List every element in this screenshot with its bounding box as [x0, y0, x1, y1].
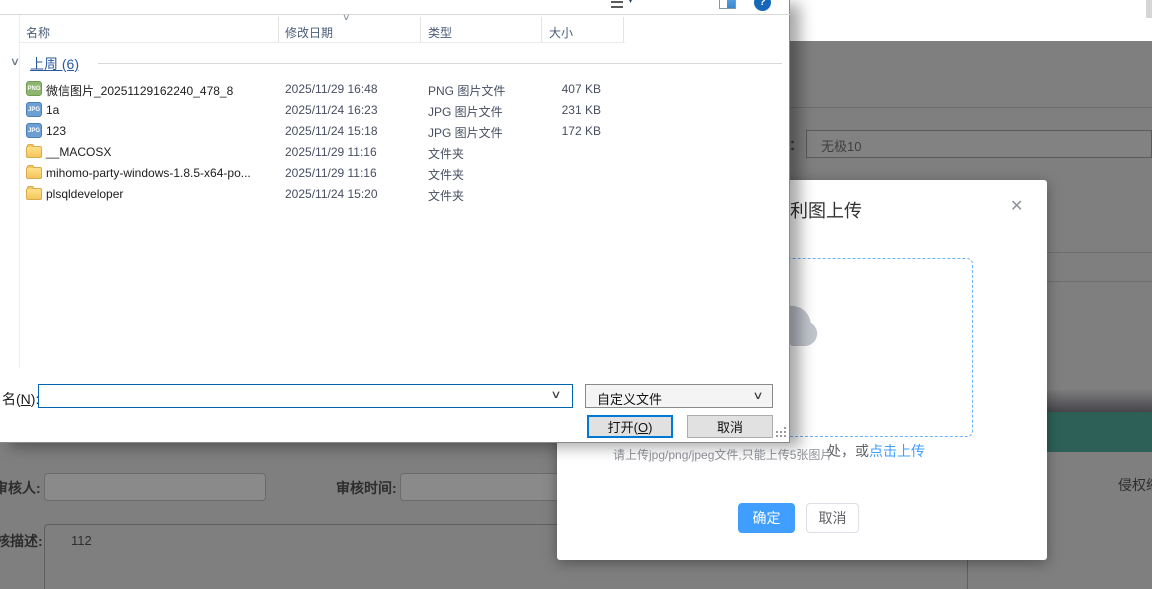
column-separator[interactable] [623, 17, 624, 42]
file-type: 文件夹 [428, 187, 464, 204]
screen: ： 无极10 侵权缩 审核人: 审核时间: 核描述: 112 利图上传 ✕ 处，… [0, 0, 1152, 589]
filename-label-pre: 名( [2, 391, 21, 407]
file-size: 231 KB [541, 103, 612, 117]
column-separator[interactable] [278, 17, 279, 42]
view-options-icon[interactable] [608, 0, 623, 10]
open-button-mnemonic: O [638, 420, 648, 435]
column-separator[interactable] [541, 17, 542, 42]
group-collapse-icon[interactable]: ∨ [10, 55, 20, 68]
close-icon[interactable]: ✕ [1010, 196, 1023, 216]
page-scrollbar[interactable] [1146, 0, 1152, 18]
header-underline [19, 42, 625, 43]
column-separator[interactable] [420, 17, 421, 42]
file-type: JPG 图片文件 [428, 103, 503, 120]
description-label-fragment: 核描述: [0, 531, 43, 551]
file-date: 2025/11/24 15:18 [285, 124, 378, 138]
page-field-value: 无极10 [821, 136, 861, 155]
file-name: 微信图片_20251129162240_478_8 [46, 82, 233, 99]
preview-pane-icon[interactable] [719, 0, 736, 9]
audit-time-input[interactable] [400, 473, 580, 501]
page-right-text-fragment: 侵权缩 [1118, 475, 1152, 495]
confirm-button[interactable]: 确定 [738, 503, 795, 533]
open-button-pre: 打开( [608, 420, 638, 435]
file-date: 2025/11/29 11:16 [285, 145, 377, 159]
dropzone-text: 处，或点击上传 [827, 441, 925, 461]
filename-label: 名(N): [2, 389, 39, 409]
file-name: mihomo-party-windows-1.8.5-x64-po... [46, 166, 251, 180]
file-row[interactable]: JPG 123 2025/11/24 15:18 JPG 图片文件 172 KB [19, 121, 623, 142]
toolbar-divider [0, 14, 790, 15]
group-header-last-week[interactable]: 上周 (6) [30, 54, 79, 74]
column-header-date[interactable]: 修改日期 [285, 24, 333, 41]
file-type: 文件夹 [428, 145, 464, 162]
png-file-icon: PNG [26, 81, 42, 96]
file-type: PNG 图片文件 [428, 82, 505, 99]
file-type: 文件夹 [428, 166, 464, 183]
audit-time-label: 审核时间: [336, 478, 397, 498]
folder-icon [26, 146, 42, 158]
file-row[interactable]: PNG 微信图片_20251129162240_478_8 2025/11/29… [19, 79, 623, 100]
file-row[interactable]: mihomo-party-windows-1.8.5-x64-po... 202… [19, 163, 623, 184]
file-row[interactable]: plsqldeveloper 2025/11/24 15:20 文件夹 [19, 184, 623, 205]
file-size: 172 KB [541, 124, 612, 138]
column-header-name[interactable]: 名称 [26, 24, 50, 41]
help-icon[interactable]: ? [754, 0, 771, 11]
page-section-shadow [1047, 390, 1152, 412]
column-header-size[interactable]: 大小 [549, 24, 573, 41]
dialog-cancel-button[interactable]: 取消 [687, 415, 773, 438]
column-header-type[interactable]: 类型 [428, 24, 452, 41]
page-header-band [790, 0, 1152, 41]
file-name: 123 [46, 124, 66, 138]
click-to-upload-link[interactable]: 点击上传 [869, 443, 925, 459]
file-row[interactable]: JPG 1a 2025/11/24 16:23 JPG 图片文件 231 KB [19, 100, 623, 121]
file-name: plsqldeveloper [46, 187, 123, 201]
chevron-down-icon: ∨ [752, 389, 763, 402]
file-type: JPG 图片文件 [428, 124, 503, 141]
view-options-caret-icon[interactable]: ▾ [628, 0, 633, 6]
file-type-filter-value: 自定义文件 [597, 389, 662, 408]
page-divider [790, 107, 1152, 108]
file-date: 2025/11/24 16:23 [285, 103, 378, 117]
folder-icon [26, 188, 42, 200]
upload-hint: 请上传jpg/png/jpeg文件,只能上传5张图片 [613, 446, 832, 463]
filename-dropdown-icon[interactable]: ∨ [550, 388, 561, 401]
filename-label-mnemonic: N [21, 391, 31, 407]
resize-grip[interactable] [776, 431, 778, 433]
modal-title-fragment: 利图上传 [790, 197, 862, 223]
page-field-input[interactable]: 无极10 [806, 130, 1152, 158]
auditor-label: 审核人: [0, 478, 41, 498]
sort-descending-icon: ∨ [342, 12, 351, 23]
folder-icon [26, 167, 42, 179]
file-type-filter-select[interactable]: 自定义文件 ∨ [585, 384, 773, 408]
file-date: 2025/11/29 11:16 [285, 166, 377, 180]
auditor-input[interactable] [44, 473, 266, 501]
open-file-dialog: ▾ ? 名称 修改日期 ∨ 类型 大小 ∨ 上周 (6) PNG 微信图片_20… [0, 0, 790, 443]
page-field-label-fragment: ： [789, 135, 803, 155]
file-date: 2025/11/29 16:48 [285, 82, 378, 96]
page-row-divider [1040, 252, 1152, 253]
modal-cancel-button[interactable]: 取消 [806, 503, 859, 533]
file-name: __MACOSX [46, 145, 111, 159]
description-value: 112 [71, 533, 92, 548]
dropzone-text-fragment: 处，或 [827, 443, 869, 459]
page-row-divider [1040, 281, 1152, 282]
filename-input[interactable] [38, 384, 573, 408]
file-size: 407 KB [541, 82, 612, 96]
open-button[interactable]: 打开(O) [587, 415, 673, 438]
open-button-post: ) [648, 420, 652, 435]
file-name: 1a [46, 103, 59, 117]
jpg-file-icon: JPG [26, 102, 42, 117]
file-row[interactable]: __MACOSX 2025/11/29 11:16 文件夹 [19, 142, 623, 163]
file-date: 2025/11/24 15:20 [285, 187, 378, 201]
group-rule [98, 63, 782, 64]
jpg-file-icon: JPG [26, 123, 42, 138]
